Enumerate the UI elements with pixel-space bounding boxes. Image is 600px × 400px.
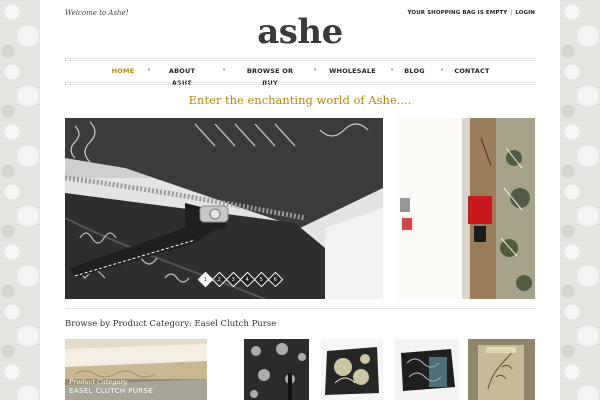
thumb-caption: Product Category EASEL CLUTCH PURSE bbox=[69, 378, 153, 396]
nav-separator: • bbox=[222, 66, 227, 74]
product-thumb-easel-clutch[interactable]: Product Category EASEL CLUTCH PURSE bbox=[65, 339, 207, 400]
nav-item-home[interactable]: HOME bbox=[103, 65, 143, 77]
nav-item-label-line2: ASHE bbox=[171, 79, 193, 87]
thumb-caption-main: EASEL CLUTCH PURSE bbox=[69, 387, 154, 395]
nav-item-label: CONTACT bbox=[454, 67, 490, 75]
nav-separator: • bbox=[313, 66, 318, 74]
nav-bottom-rule-2 bbox=[65, 84, 535, 85]
featured-side-image[interactable] bbox=[396, 118, 535, 299]
nav-item-label: HOME bbox=[111, 67, 135, 75]
nav-item-label: ABOUT bbox=[168, 67, 196, 75]
nav-item-label: BROWSE OR bbox=[246, 67, 294, 75]
hero-slider[interactable]: 1 2 3 4 5 6 bbox=[65, 118, 383, 299]
site-logo[interactable]: ashe bbox=[40, 12, 560, 52]
nav-separator: • bbox=[390, 66, 395, 74]
nav-item-browse-or-buy[interactable]: BROWSE OR BUY bbox=[240, 65, 300, 89]
nav-item-wholesale[interactable]: WHOLESALE bbox=[325, 65, 380, 77]
nav-item-label: WHOLESALE bbox=[329, 67, 376, 75]
nav-item-about-ashe[interactable]: ABOUT ASHE bbox=[162, 65, 202, 89]
product-thumb[interactable] bbox=[244, 339, 309, 400]
page-container: Welcome to Ashe! YOUR SHOPPING BAG IS EM… bbox=[40, 0, 560, 400]
cushion-photo bbox=[321, 339, 383, 400]
damask-fabric-photo bbox=[244, 339, 309, 400]
section-divider bbox=[65, 308, 535, 309]
nav-top-rule bbox=[65, 58, 535, 59]
background-pattern-right bbox=[560, 0, 600, 400]
slider-dot[interactable]: 6 bbox=[267, 271, 284, 288]
nav-separator: • bbox=[147, 66, 152, 74]
main-nav: HOME • ABOUT ASHE • BROWSE OR BUY • WHOL… bbox=[65, 62, 535, 90]
nav-item-contact[interactable]: CONTACT bbox=[447, 65, 497, 77]
nav-top-rule-2 bbox=[65, 60, 535, 61]
browse-heading: Browse by Product Category: Easel Clutch… bbox=[65, 319, 277, 329]
botanical-print-photo bbox=[468, 339, 535, 400]
nav-item-label-line2: BUY bbox=[262, 79, 278, 87]
framed-art-photo bbox=[396, 118, 535, 299]
nav-separator: • bbox=[440, 66, 445, 74]
nav-item-label: BLOG bbox=[404, 67, 425, 75]
product-thumb[interactable] bbox=[468, 339, 535, 400]
background-pattern-left bbox=[0, 0, 40, 400]
hero-tagline: Enter the enchanting world of Ashe.... bbox=[188, 93, 412, 107]
nav-bottom-rule bbox=[65, 82, 535, 83]
nav-item-blog[interactable]: BLOG bbox=[397, 65, 432, 77]
clutch-purse-photo bbox=[65, 118, 383, 299]
clutch-photo bbox=[395, 339, 459, 400]
slider-dots: 1 2 3 4 5 6 bbox=[197, 271, 284, 288]
thumb-caption-sub: Product Category bbox=[69, 378, 128, 386]
product-thumb[interactable] bbox=[321, 339, 383, 400]
product-thumb[interactable] bbox=[395, 339, 459, 400]
